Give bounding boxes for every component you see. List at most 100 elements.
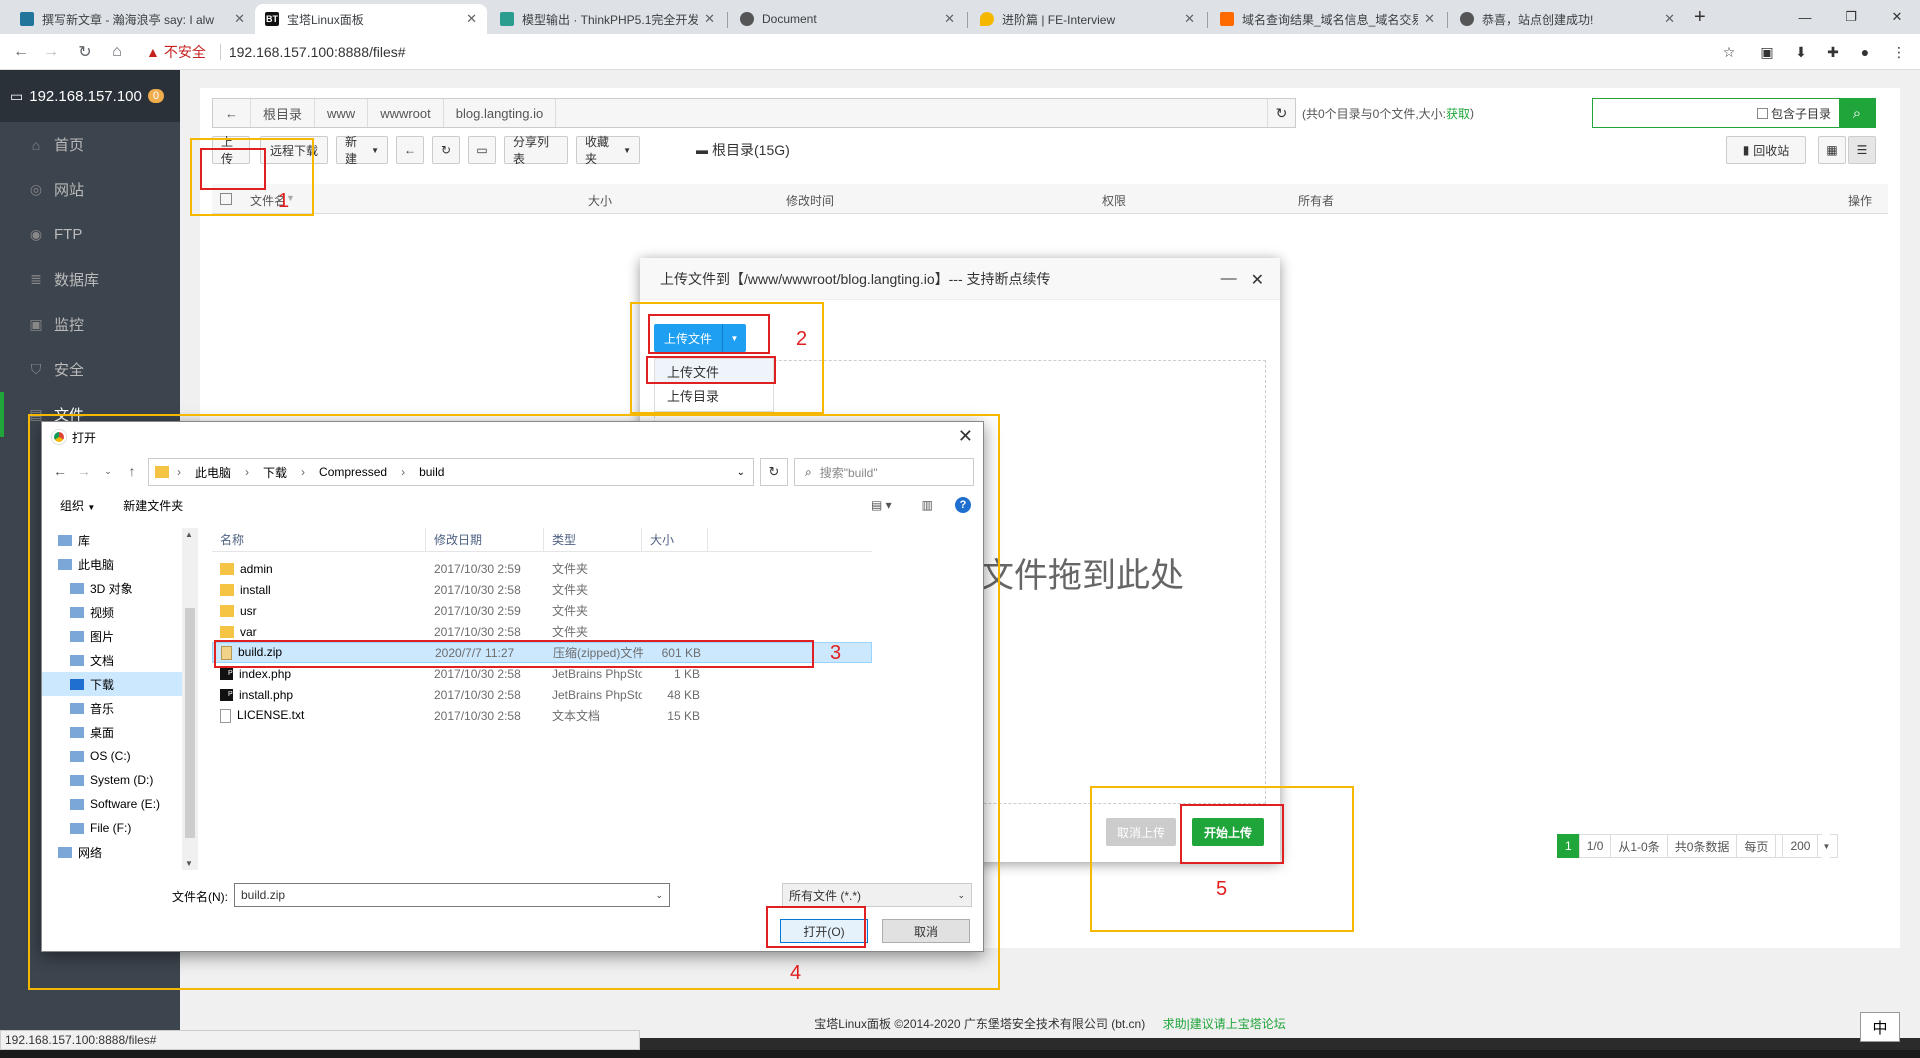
page-current[interactable]: 1: [1557, 834, 1580, 858]
minimize-icon[interactable]: —: [1782, 0, 1828, 34]
tab-title: 宝塔Linux面板: [287, 12, 364, 27]
annotation-number: 5: [1216, 878, 1228, 900]
tab-title: 域名查询结果_域名信息_域名交易: [1242, 12, 1419, 27]
thinkphp-favicon-icon: [500, 12, 514, 26]
insecure-label: 不安全: [163, 44, 206, 60]
restore-icon[interactable]: ❐: [1828, 0, 1874, 34]
forward-icon[interactable]: →: [40, 41, 62, 63]
caret-down-icon: ▼: [623, 145, 631, 155]
search-icon[interactable]: ⌕: [1839, 98, 1875, 128]
tab-title: 进阶篇 | FE-Interview: [1002, 12, 1116, 27]
favorites-dropdown-button[interactable]: 收藏夹 ▼: [576, 135, 640, 166]
extension-qr-icon[interactable]: ▣: [1756, 41, 1778, 63]
close-icon[interactable]: ✕: [1251, 270, 1264, 290]
breadcrumb-back-icon[interactable]: ←: [213, 99, 251, 127]
url-text[interactable]: 192.168.157.100:8888/files#: [229, 44, 406, 60]
column-header[interactable]: 权限: [1102, 192, 1126, 209]
profile-avatar-icon[interactable]: ●: [1854, 41, 1876, 63]
browser-tab-strip: 撰写新文章 - 瀚海浪亭 say: I alw ✕ BT 宝塔Linux面板 ✕…: [0, 0, 1920, 34]
window-controls: — ❐ ✕: [1782, 0, 1920, 34]
annotation-number: 1: [278, 190, 290, 212]
favorites-label: 收藏夹: [585, 135, 610, 166]
breadcrumb-item[interactable]: blog.langting.io: [444, 99, 557, 127]
message-badge[interactable]: 0: [147, 89, 164, 103]
caret-down-icon: ▼: [1822, 834, 1831, 858]
page-total: 共0条数据: [1666, 834, 1738, 858]
sidebar-item-ftp[interactable]: ◉ FTP: [0, 212, 180, 257]
column-header[interactable]: 所有者: [1298, 192, 1334, 209]
disk-info[interactable]: ▬ 根目录(15G): [696, 136, 790, 164]
browser-tab[interactable]: 撰写新文章 - 瀚海浪亭 say: I alw ✕: [10, 4, 255, 34]
get-size-link[interactable]: 获取: [1446, 105, 1470, 122]
terminal-button[interactable]: ▭: [468, 136, 496, 164]
per-page-select[interactable]: 200 ▼: [1775, 834, 1839, 858]
breadcrumb-item[interactable]: 根目录: [251, 99, 316, 127]
close-tab-icon[interactable]: ✕: [466, 11, 477, 27]
terminal-icon: ▭: [476, 143, 488, 157]
column-header[interactable]: 修改时间: [786, 192, 834, 209]
refresh-icon[interactable]: ↻: [1267, 99, 1295, 127]
breadcrumb: ← 根目录 www wwwroot blog.langting.io ↻: [212, 98, 1296, 128]
browser-tab[interactable]: Document ✕: [730, 4, 965, 34]
share-list-button[interactable]: 分享列表: [504, 135, 568, 166]
browser-tab[interactable]: 模型输出 · ThinkPHP5.1完全开发 ✕: [490, 4, 725, 34]
new-tab-button[interactable]: +: [1694, 6, 1706, 29]
browser-tab[interactable]: 恭喜，站点创建成功! ✕: [1450, 4, 1685, 34]
refresh-button[interactable]: ↻: [432, 136, 460, 164]
monitor-icon: ▭: [10, 87, 24, 104]
browser-tab-active[interactable]: BT 宝塔Linux面板 ✕: [255, 4, 487, 34]
list-icon: ☰: [1856, 143, 1868, 157]
close-tab-icon[interactable]: ✕: [234, 11, 245, 27]
annotation-box-red: [646, 356, 776, 384]
upload-dialog-title: 上传文件到【/www/wwwroot/blog.langting.io】--- …: [640, 258, 1280, 300]
sidebar-item-label: FTP: [54, 226, 83, 243]
close-tab-icon[interactable]: ✕: [704, 11, 715, 27]
close-window-icon[interactable]: ✕: [1874, 0, 1920, 34]
annotation-box-red: [1180, 804, 1284, 864]
close-tab-icon[interactable]: ✕: [944, 11, 955, 27]
browser-tab[interactable]: 域名查询结果_域名信息_域名交易 ✕: [1210, 4, 1445, 34]
minimize-icon[interactable]: —: [1221, 270, 1237, 290]
disk-label: 根目录(15G): [712, 142, 790, 158]
home-icon[interactable]: ⌂: [106, 41, 128, 63]
breadcrumb-item[interactable]: www: [315, 99, 369, 127]
browser-tab[interactable]: 进阶篇 | FE-Interview ✕: [970, 4, 1205, 34]
annotation-box-red: [214, 640, 814, 668]
ime-indicator[interactable]: 中: [1860, 1012, 1900, 1042]
server-host: 192.168.157.100: [29, 87, 142, 105]
sidebar-item-security[interactable]: ⛉ 安全: [0, 347, 180, 392]
extensions-puzzle-icon[interactable]: ✚: [1822, 41, 1844, 63]
recycle-bin-button[interactable]: ▮ 回收站: [1726, 136, 1806, 164]
download-icon[interactable]: ⬇: [1790, 41, 1812, 63]
close-tab-icon[interactable]: ✕: [1424, 11, 1435, 27]
include-subdir-label: 包含子目录: [1770, 106, 1831, 121]
list-view-button[interactable]: ☰: [1848, 136, 1876, 164]
shield-icon: ⛉: [30, 361, 42, 377]
back-icon[interactable]: ←: [10, 41, 32, 63]
caret-down-icon: ▼: [371, 145, 379, 155]
arrow-left-icon: ←: [404, 143, 416, 157]
globe-favicon-icon: [1460, 12, 1474, 26]
sidebar-item-home[interactable]: ⌂ 首页: [0, 122, 180, 167]
sidebar-item-website[interactable]: ◎ 网站: [0, 167, 180, 212]
forum-link[interactable]: 求助|建议请上宝塔论坛: [1163, 1017, 1286, 1031]
sidebar-item-database[interactable]: ≣ 数据库: [0, 257, 180, 302]
close-tab-icon[interactable]: ✕: [1184, 11, 1195, 27]
column-header[interactable]: 大小: [588, 192, 612, 209]
wordpress-favicon-icon: [20, 12, 34, 26]
new-dropdown-button[interactable]: 新建 ▼: [336, 135, 388, 166]
bookmark-star-icon[interactable]: ☆: [1718, 41, 1740, 63]
back-arrow-button[interactable]: ←: [396, 136, 424, 164]
file-search[interactable]: 包含子目录 ⌕: [1592, 98, 1876, 128]
annotation-number: 3: [830, 642, 842, 664]
breadcrumb-item[interactable]: wwwroot: [368, 99, 444, 127]
menu-kebab-icon[interactable]: ⋮: [1888, 41, 1910, 63]
close-tab-icon[interactable]: ✕: [1664, 11, 1675, 27]
sidebar-item-monitor[interactable]: ▣ 监控: [0, 302, 180, 347]
include-subdir-checkbox[interactable]: 包含子目录: [1756, 105, 1831, 122]
grid-view-button[interactable]: ▦: [1818, 136, 1846, 164]
sidebar-header: ▭ 192.168.157.100 0: [0, 70, 180, 122]
reload-icon[interactable]: ↻: [74, 41, 96, 63]
address-bar[interactable]: ▲ 不安全 192.168.157.100:8888/files#: [146, 38, 1766, 66]
pagination: 1 1/0 从1-0条 共0条数据 每页 200 ▼: [1557, 834, 1839, 858]
